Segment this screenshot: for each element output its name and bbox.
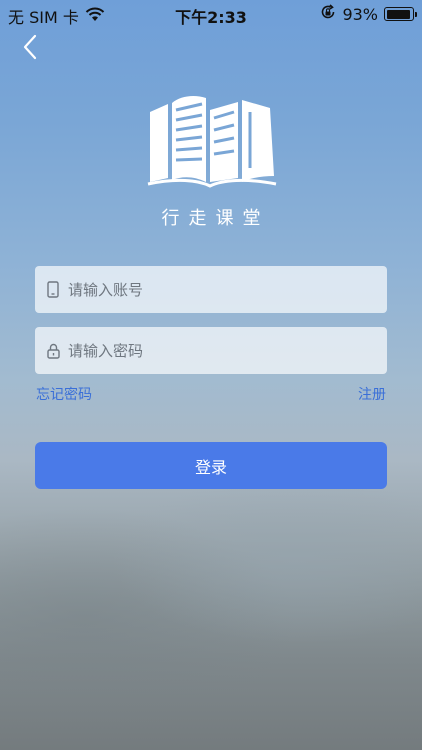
status-bar: 无 SIM 卡 下午2:33 93% [0, 0, 422, 30]
username-input[interactable] [60, 266, 387, 313]
lock-icon [46, 342, 60, 360]
register-link[interactable]: 注册 [358, 384, 386, 404]
password-field[interactable] [35, 327, 387, 374]
battery-nub [415, 12, 417, 17]
username-field[interactable] [35, 266, 387, 313]
login-button[interactable]: 登录 [35, 442, 387, 489]
battery-percent: 93% [342, 4, 378, 24]
password-input[interactable] [60, 327, 387, 374]
phone-icon [46, 281, 60, 299]
status-right: 93% [320, 4, 417, 24]
app-logo [146, 90, 278, 188]
back-button[interactable] [16, 32, 46, 62]
battery-icon [384, 7, 417, 21]
chevron-left-icon [23, 34, 37, 60]
app-name: 行走课堂 [161, 208, 270, 229]
battery-fill [386, 9, 410, 19]
forgot-password-link[interactable]: 忘记密码 [36, 384, 92, 404]
rotation-lock-icon [320, 4, 336, 24]
